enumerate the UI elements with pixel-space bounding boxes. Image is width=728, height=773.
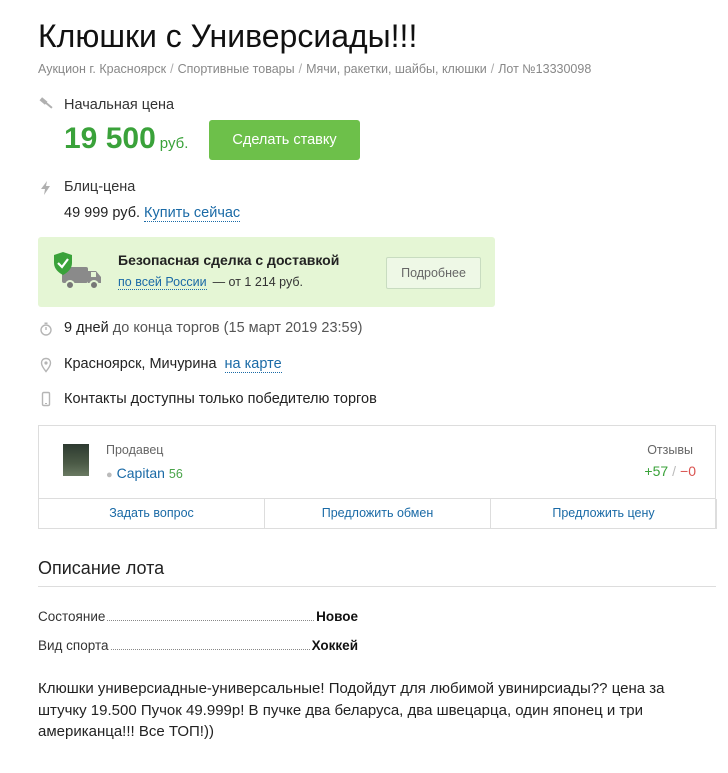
contacts-info: Контакты доступны только победителю торг… xyxy=(64,391,377,407)
reviews-label: Отзывы xyxy=(647,443,693,457)
description-heading: Описание лота xyxy=(38,558,165,578)
reviews-negative: −0 xyxy=(680,463,696,479)
place-bid-button[interactable]: Сделать ставку xyxy=(209,120,360,160)
blitz-price-value: 49 999 руб. xyxy=(64,205,141,221)
reviews-separator: / xyxy=(672,463,677,479)
description-text: Клюшки универсиадные-универсальные! Подо… xyxy=(38,680,665,740)
location-text: Красноярск, Мичурина xyxy=(64,356,217,372)
start-price-value: 19 500 xyxy=(64,122,156,155)
spec-value: Новое xyxy=(316,609,358,624)
seller-card: Продавец ● Capitan 56 Отзывы +57/−0 Задать… xyxy=(38,425,717,529)
phone-icon xyxy=(41,391,51,407)
spec-row-sport: Вид спорта Хоккей xyxy=(38,638,358,653)
blitz-price: 49 999 руб. Купить сейчас xyxy=(64,205,241,222)
days-left: 9 дней xyxy=(64,320,109,336)
breadcrumb-item-subcategory[interactable]: Мячи, ракетки, шайбы, клюшки xyxy=(306,62,487,76)
auction-end-info: 9 дней до конца торгов (15 март 2019 23:… xyxy=(64,320,363,336)
spec-row-condition: Состояние Новое xyxy=(38,609,358,624)
offer-price-button[interactable]: Предложить цену xyxy=(490,499,717,529)
safe-deal-banner: Безопасная сделка с доставкой по всей Ро… xyxy=(38,237,495,307)
seller-name-row: ● Capitan 56 xyxy=(106,465,183,481)
seller-name-link[interactable]: Capitan xyxy=(117,465,165,481)
more-details-button[interactable]: Подробнее xyxy=(386,257,481,289)
seller-actions: Задать вопрос Предложить обмен Предложит… xyxy=(38,498,717,529)
lightning-icon xyxy=(41,181,50,195)
safe-deal-price: — от 1 214 руб. xyxy=(212,275,303,289)
breadcrumb-item-auction[interactable]: Аукцион г. Красноярск xyxy=(38,62,166,76)
start-price: 19 500 руб. xyxy=(64,122,188,156)
ask-question-button[interactable]: Задать вопрос xyxy=(38,499,265,529)
safe-deal-title: Безопасная сделка с доставкой xyxy=(118,252,340,268)
seller-rating: 56 xyxy=(168,467,183,481)
delivery-truck-shield-icon xyxy=(54,252,101,290)
page-title: Клюшки с Универсиады!!! xyxy=(38,18,418,54)
avatar[interactable] xyxy=(63,444,89,476)
safe-deal-subtitle: по всей России — от 1 214 руб. xyxy=(118,275,303,290)
on-map-link[interactable]: на карте xyxy=(224,356,282,373)
start-price-label: Начальная цена xyxy=(64,97,175,113)
all-russia-link[interactable]: по всей России xyxy=(118,275,207,290)
gavel-icon xyxy=(39,97,53,109)
buy-now-link[interactable]: Купить сейчас xyxy=(144,205,241,222)
blitz-price-label: Блиц-цена xyxy=(64,179,136,195)
breadcrumb-item-category[interactable]: Спортивные товары xyxy=(178,62,295,76)
spec-value: Хоккей xyxy=(311,638,358,653)
reviews-positive: +57 xyxy=(644,463,669,479)
offer-exchange-button[interactable]: Предложить обмен xyxy=(264,499,491,529)
timer-icon xyxy=(40,322,52,336)
reviews-count[interactable]: +57/−0 xyxy=(644,463,696,479)
location-info: Красноярск, Мичурина на карте xyxy=(64,356,282,373)
breadcrumb: Аукцион г. Красноярск / Спортивные товары /… xyxy=(38,62,592,76)
seller-label: Продавец xyxy=(106,443,164,457)
divider xyxy=(38,586,716,587)
breadcrumb-lot-number: Лот №13330098 xyxy=(498,62,592,76)
end-date: (15 март 2019 23:59) xyxy=(223,320,363,336)
location-pin-icon xyxy=(40,357,52,373)
start-price-currency: руб. xyxy=(159,135,189,152)
spec-key: Вид спорта xyxy=(38,638,109,653)
until-end-text: до конца торгов xyxy=(112,320,220,336)
online-status-icon: ● xyxy=(106,469,113,481)
spec-key: Состояние xyxy=(38,609,106,624)
